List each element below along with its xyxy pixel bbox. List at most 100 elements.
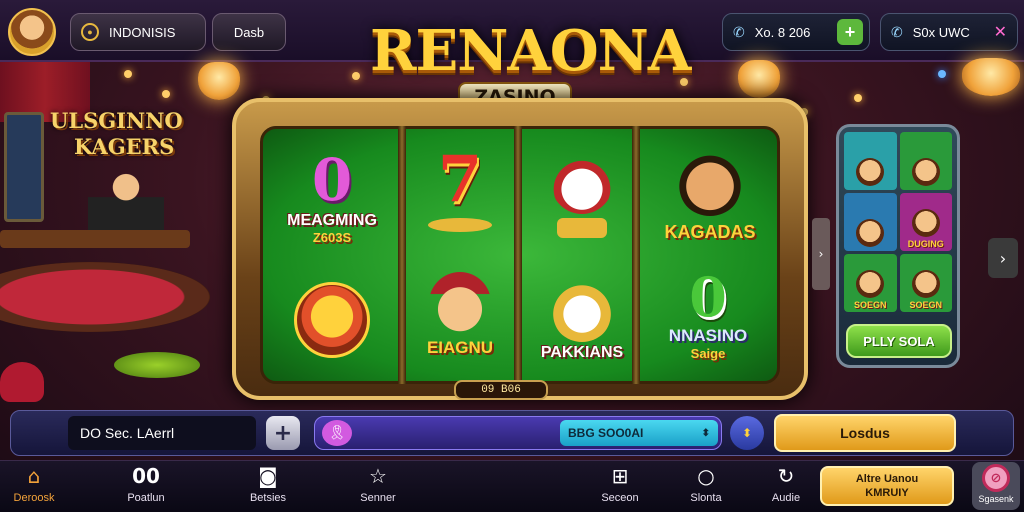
promo-cell: SOEGN	[899, 254, 952, 312]
character-icon	[551, 280, 613, 342]
promo-line-2: KMRUIY	[865, 487, 909, 499]
nav-item-bets[interactable]: ◙ Betsies	[228, 462, 308, 510]
chevron-right-icon[interactable]: ›	[988, 238, 1018, 278]
close-icon[interactable]: ✕	[994, 22, 1007, 42]
nav-item-section[interactable]: ⊞ Seceon	[580, 462, 660, 510]
refresh-icon: ↻	[777, 464, 795, 488]
nav-label: Poatlun	[127, 492, 165, 504]
reel-symbol: 7	[400, 148, 520, 232]
reel-symbol: 0 MEAGMING Z603S	[272, 148, 392, 245]
bet-field[interactable]: DO Sec. LAerrl	[68, 416, 256, 450]
reel-symbol: 0 NNASINO Saige	[648, 268, 768, 361]
light-bulb	[938, 70, 946, 78]
promo-cell	[844, 132, 897, 190]
bar-counter	[0, 230, 190, 248]
nav-label: Betsies	[249, 492, 287, 504]
language-button[interactable]: Dasb	[212, 13, 286, 51]
coins-label: S0x UWC	[912, 24, 970, 40]
reel-counter: 09 B06	[454, 380, 548, 400]
balance-display[interactable]: ✆ Xo. 8 206 +	[722, 13, 870, 51]
home-icon: ⌂	[27, 464, 41, 488]
no-ads-icon: ⊘	[982, 464, 1010, 492]
bar-stool	[114, 352, 200, 378]
star-icon: ☆	[369, 464, 387, 488]
lantern	[738, 60, 780, 98]
symbol-label: MEAGMING	[287, 212, 377, 229]
promo-grid: DUGING SOEGN SOEGN	[844, 132, 952, 312]
character-icon	[856, 270, 885, 298]
light-bulb	[124, 70, 132, 78]
plus-button[interactable]: +	[266, 416, 300, 450]
sign-line-1: ULSGINNO	[50, 108, 183, 133]
nav-item-audio[interactable]: ↻ Audie	[746, 462, 826, 510]
promo-cell-label: SOEGN	[853, 300, 887, 310]
no-ads-button[interactable]: ⊘ Sgasenk	[972, 462, 1020, 510]
no-ads-label: Sgasenk	[978, 494, 1014, 504]
nav-item-position[interactable]: 00 Poatlun	[106, 462, 186, 510]
nav-label: Seceon	[601, 492, 639, 504]
position-glyph: 00	[132, 464, 160, 488]
character-icon	[429, 272, 491, 334]
promo-nav-button[interactable]: Altre Uanou KMRUIY	[820, 466, 954, 506]
symbol-sublabel: Z603S	[312, 230, 352, 245]
light-bulb	[162, 90, 170, 98]
promo-cell-label: DUGING	[907, 239, 944, 249]
nav-item-home[interactable]: ⌂ Deroosk	[0, 462, 74, 510]
promo-cell-label: SOEGN	[909, 300, 942, 310]
phone-icon: ✆	[733, 23, 745, 40]
ribbon-icon[interactable]: 🎗	[322, 420, 352, 446]
nav-item-search[interactable]: ○ Slonta	[666, 462, 746, 510]
play-button[interactable]: PLLY SOLA	[846, 324, 952, 358]
gold-ribbon-icon	[428, 218, 492, 232]
zero-symbol: 0	[311, 146, 353, 214]
balance-label: Xo. 8 206	[754, 24, 811, 40]
seven-symbol: 7	[437, 142, 483, 217]
character-icon	[911, 270, 940, 298]
bar-stool	[0, 362, 44, 402]
chest-icon	[557, 218, 607, 238]
grid-icon: ⊞	[611, 464, 629, 488]
sort-button[interactable]: ⬍	[730, 416, 764, 450]
reel-symbol: EIAGNU	[400, 272, 520, 358]
light-bulb	[854, 94, 862, 102]
nav-label: Audie	[771, 492, 801, 504]
character-icon	[911, 158, 940, 186]
reel-symbol	[522, 152, 642, 238]
dealer-character	[88, 168, 164, 232]
reel-symbol: PAKKIANS	[522, 280, 642, 362]
symbol-label: EIAGNU	[426, 338, 494, 357]
chevron-right-icon[interactable]: ›	[812, 218, 830, 290]
coin-icon	[294, 282, 370, 358]
nav-label: Senner	[360, 492, 396, 504]
select-value: BBG SOO0AI	[568, 426, 644, 440]
lantern	[198, 62, 240, 100]
promo-cell: SOEGN	[844, 254, 897, 312]
avatar[interactable]	[8, 8, 56, 56]
character-icon	[677, 150, 743, 216]
stepper-arrows-icon: ⬍	[701, 427, 710, 439]
light-bulb	[352, 72, 360, 80]
add-balance-button[interactable]: +	[837, 19, 863, 45]
coins-display[interactable]: ✆ S0x UWC ✕	[880, 13, 1018, 51]
lantern	[962, 58, 1020, 96]
value-select[interactable]: BBG SOO0AI ⬍	[560, 420, 718, 446]
poker-table	[0, 262, 210, 332]
sign-line-2: KAGERS	[74, 134, 175, 159]
nav-label: Deroosk	[13, 492, 55, 504]
symbol-label: PAKKIANS	[540, 344, 624, 361]
symbol-label: KAGADAS	[664, 222, 756, 242]
region-icon: ●	[81, 23, 99, 41]
symbol-sublabel: Saige	[690, 346, 726, 361]
logo-title: RENAONA	[370, 18, 691, 84]
nav-item-star[interactable]: ☆ Senner	[338, 462, 418, 510]
promo-cell: DUGING	[899, 193, 952, 251]
search-icon: ○	[697, 464, 715, 488]
character-icon	[911, 209, 940, 237]
symbol-label: NNASINO	[668, 326, 748, 345]
dog-character-icon	[551, 152, 613, 214]
region-selector[interactable]: ● INDONISIS	[70, 13, 206, 51]
character-icon	[856, 158, 885, 186]
zero-symbol: 0	[689, 265, 727, 329]
region-label: INDONISIS	[109, 24, 176, 40]
bonus-button[interactable]: Losdus	[774, 414, 956, 452]
